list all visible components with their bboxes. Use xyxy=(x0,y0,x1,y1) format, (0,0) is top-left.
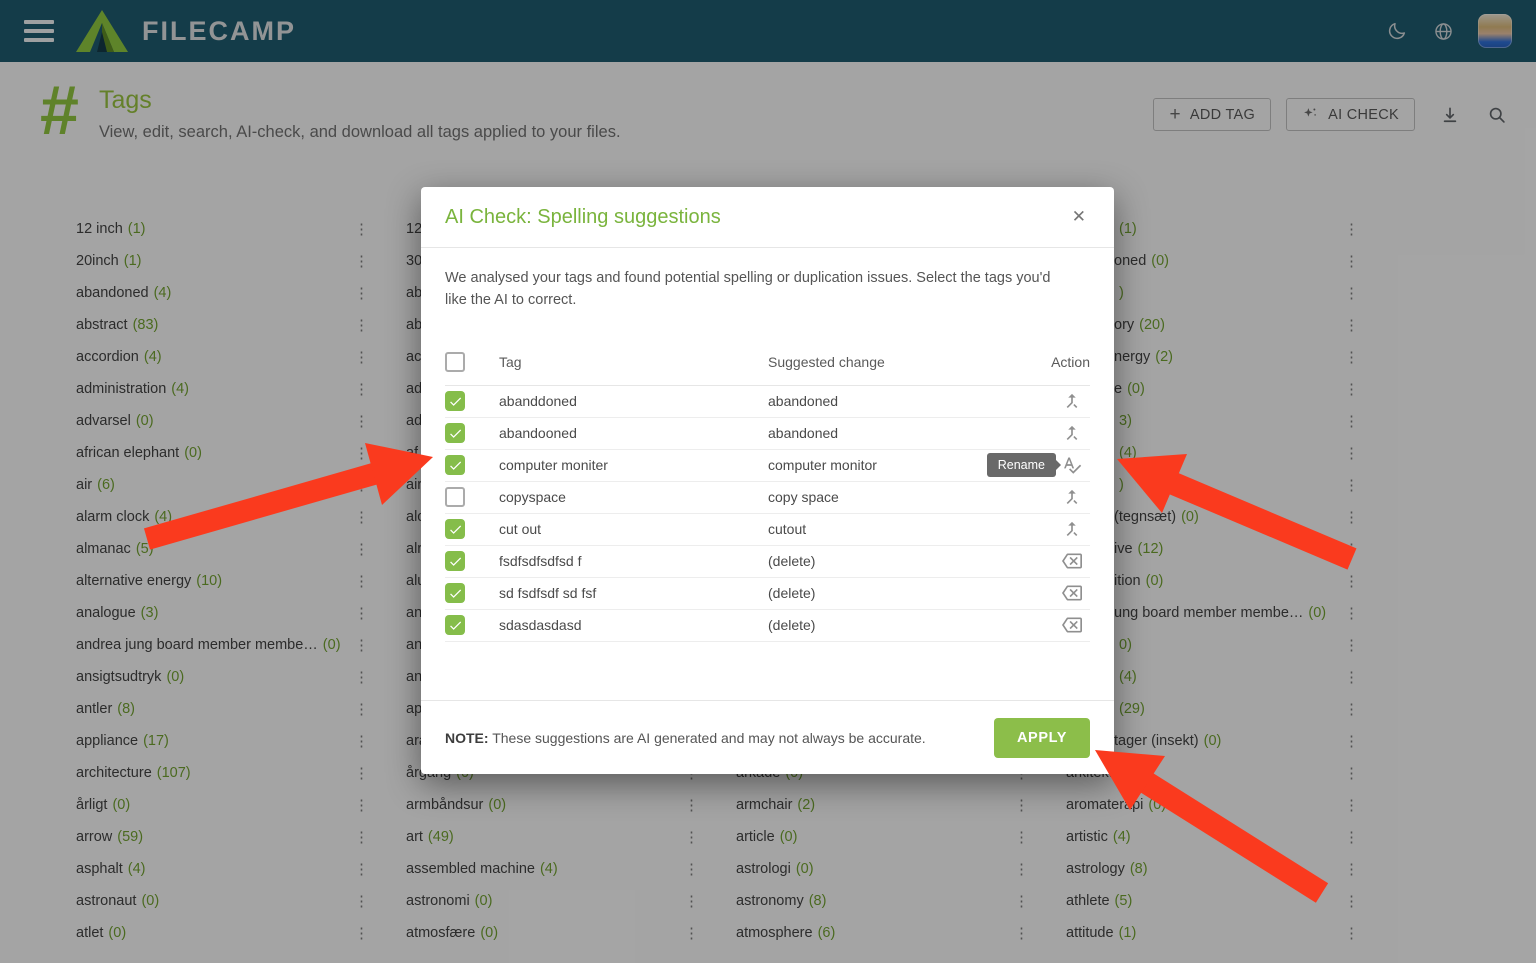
suggestion-row: sdasdasdasd(delete) xyxy=(445,610,1090,642)
suggestion-row: sd fsdfsdf sd fsf(delete) xyxy=(445,578,1090,610)
modal-title: AI Check: Spelling suggestions xyxy=(445,206,721,229)
suggestion-row: abanddonedabandoned xyxy=(445,386,1090,418)
row-checkbox-checked[interactable] xyxy=(445,519,465,539)
suggestion-row: computer monitercomputer monitorRename xyxy=(445,450,1090,482)
merge-arrows-icon[interactable] xyxy=(1062,519,1082,539)
backspace-icon[interactable] xyxy=(1062,583,1082,603)
row-checkbox-checked[interactable] xyxy=(445,583,465,603)
row-checkbox-unchecked[interactable] xyxy=(445,487,465,507)
suggestion-change: (delete) xyxy=(768,585,1028,601)
merge-arrows-icon[interactable] xyxy=(1062,423,1082,443)
modal-description: We analysed your tags and found potentia… xyxy=(421,248,1081,312)
modal-footer: NOTE: These suggestions are AI generated… xyxy=(421,700,1114,774)
suggestion-tag: fsdfsdfsdfsd f xyxy=(499,553,768,569)
suggestion-tag: computer moniter xyxy=(499,457,768,473)
select-all-checkbox[interactable] xyxy=(445,352,465,372)
spellcheck-icon[interactable] xyxy=(1062,455,1082,475)
column-header-tag: Tag xyxy=(499,354,768,370)
ai-check-modal: AI Check: Spelling suggestions ✕ We anal… xyxy=(421,187,1114,774)
row-checkbox-checked[interactable] xyxy=(445,423,465,443)
backspace-icon[interactable] xyxy=(1062,551,1082,571)
apply-button[interactable]: APPLY xyxy=(994,718,1090,758)
modal-table-body: abanddonedabandonedabandoonedabandonedco… xyxy=(445,386,1090,642)
rename-tooltip: Rename xyxy=(987,453,1056,477)
suggestion-tag: abanddoned xyxy=(499,393,768,409)
modal-header: AI Check: Spelling suggestions ✕ xyxy=(421,187,1114,248)
suggestions-table-header: Tag Suggested change Action xyxy=(445,340,1090,386)
suggestion-row: copyspacecopy space xyxy=(445,482,1090,514)
suggestion-change: abandoned xyxy=(768,393,1028,409)
suggestion-tag: sd fsdfsdf sd fsf xyxy=(499,585,768,601)
row-checkbox-checked[interactable] xyxy=(445,551,465,571)
close-icon[interactable]: ✕ xyxy=(1068,203,1090,231)
suggestion-row: abandoonedabandoned xyxy=(445,418,1090,450)
column-header-action: Action xyxy=(1028,354,1090,370)
row-checkbox-checked[interactable] xyxy=(445,615,465,635)
suggestion-tag: cut out xyxy=(499,521,768,537)
ai-disclaimer-note: NOTE: These suggestions are AI generated… xyxy=(445,730,926,746)
suggestion-change: (delete) xyxy=(768,553,1028,569)
suggestion-row: fsdfsdfsdfsd f(delete) xyxy=(445,546,1090,578)
suggestion-row: cut outcutout xyxy=(445,514,1090,546)
suggestion-tag: sdasdasdasd xyxy=(499,617,768,633)
suggestion-change: abandoned xyxy=(768,425,1028,441)
suggestion-change: cutout xyxy=(768,521,1028,537)
suggestion-change: copy space xyxy=(768,489,1028,505)
merge-arrows-icon[interactable] xyxy=(1062,487,1082,507)
suggestion-tag: abandooned xyxy=(499,425,768,441)
suggestion-change: (delete) xyxy=(768,617,1028,633)
row-checkbox-checked[interactable] xyxy=(445,391,465,411)
suggestion-tag: copyspace xyxy=(499,489,768,505)
merge-arrows-icon[interactable] xyxy=(1062,391,1082,411)
backspace-icon[interactable] xyxy=(1062,615,1082,635)
column-header-suggested: Suggested change xyxy=(768,354,1028,370)
row-checkbox-checked[interactable] xyxy=(445,455,465,475)
